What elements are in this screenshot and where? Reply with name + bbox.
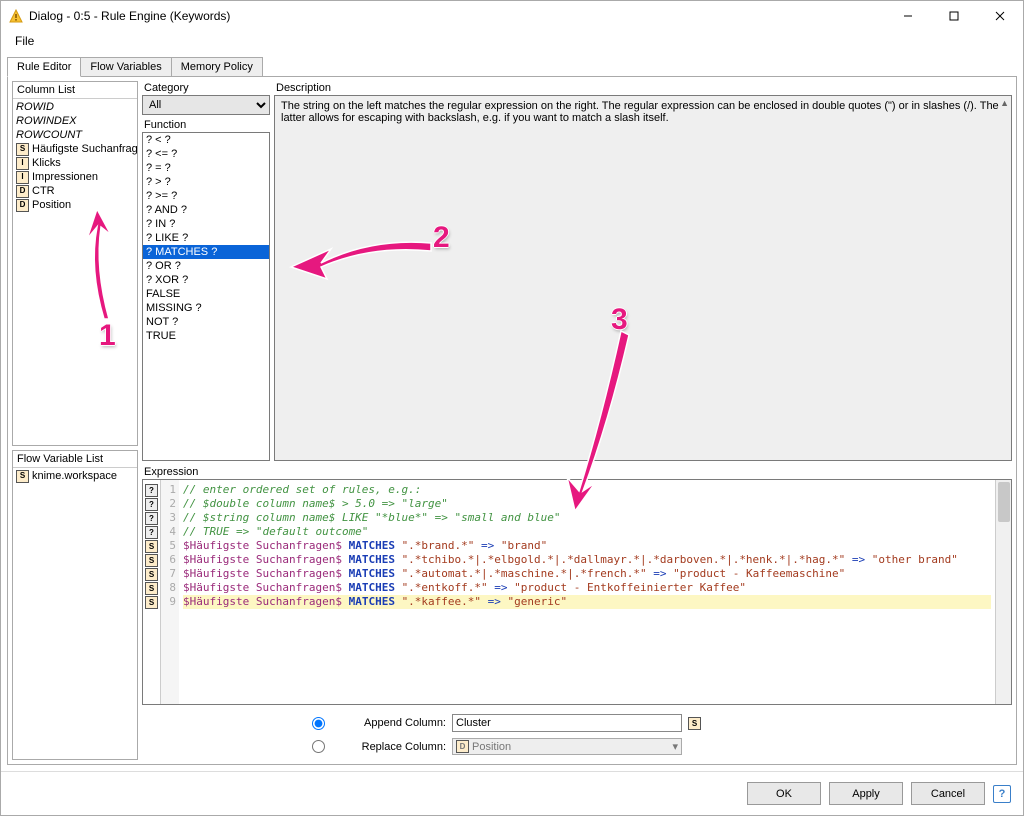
- chevron-down-icon: ▾: [672, 740, 678, 753]
- function-item[interactable]: ? LIKE ?: [143, 231, 269, 245]
- replace-type-badge: D: [456, 740, 469, 753]
- type-badge: D: [16, 199, 29, 212]
- arrow-1: [79, 209, 129, 329]
- append-column-label: Append Column:: [331, 717, 446, 729]
- flow-variable-list[interactable]: Sknime.workspace: [13, 468, 137, 759]
- type-badge: S: [16, 143, 29, 156]
- function-item[interactable]: ? = ?: [143, 161, 269, 175]
- function-item[interactable]: ? MATCHES ?: [143, 245, 269, 259]
- column-item[interactable]: ROWCOUNT: [15, 128, 135, 142]
- column-item[interactable]: ROWID: [15, 100, 135, 114]
- replace-column-select[interactable]: D Position ▾: [452, 738, 682, 755]
- function-item[interactable]: ? < ?: [143, 133, 269, 147]
- description-label: Description: [274, 81, 1012, 95]
- column-item[interactable]: ROWINDEX: [15, 114, 135, 128]
- tab-memory-policy[interactable]: Memory Policy: [171, 57, 263, 76]
- type-badge: D: [16, 185, 29, 198]
- tab-rule-editor[interactable]: Rule Editor: [7, 57, 81, 77]
- titlebar: Dialog - 0:5 - Rule Engine (Keywords): [1, 1, 1023, 31]
- tab-content: Column List ROWIDROWINDEXROWCOUNTSHäufig…: [7, 77, 1017, 765]
- append-column-input[interactable]: [452, 714, 682, 732]
- replace-column-label: Replace Column:: [331, 741, 446, 753]
- maximize-button[interactable]: [931, 1, 977, 31]
- type-badge: I: [16, 157, 29, 170]
- tab-flow-variables[interactable]: Flow Variables: [80, 57, 171, 76]
- flow-variable-panel: Flow Variable List Sknime.workspace: [12, 450, 138, 760]
- ok-button[interactable]: OK: [747, 782, 821, 805]
- function-item[interactable]: ? <= ?: [143, 147, 269, 161]
- column-item[interactable]: IKlicks: [15, 156, 135, 170]
- column-item[interactable]: SHäufigste Suchanfragen: [15, 142, 135, 156]
- function-item[interactable]: TRUE: [143, 329, 269, 343]
- append-column-radio[interactable]: [312, 717, 325, 730]
- close-button[interactable]: [977, 1, 1023, 31]
- flow-variable-header: Flow Variable List: [13, 451, 137, 468]
- column-item[interactable]: IImpressionen: [15, 170, 135, 184]
- app-icon: [9, 9, 23, 23]
- function-panel: Category All Function ? < ?? <= ?? = ?? …: [142, 81, 270, 461]
- column-list-header: Column List: [13, 82, 137, 99]
- help-icon[interactable]: ?: [993, 785, 1011, 803]
- cancel-button[interactable]: Cancel: [911, 782, 985, 805]
- scroll-up-icon[interactable]: ▲: [1000, 98, 1009, 108]
- dialog-button-bar: OK Apply Cancel ?: [1, 771, 1023, 815]
- tabstrip: Rule Editor Flow Variables Memory Policy: [7, 57, 1017, 77]
- function-list[interactable]: ? < ?? <= ?? = ?? > ?? >= ?? AND ?? IN ?…: [142, 132, 270, 461]
- function-item[interactable]: ? >= ?: [143, 189, 269, 203]
- replace-column-row: Replace Column: D Position ▾: [142, 735, 1012, 758]
- function-item[interactable]: ? > ?: [143, 175, 269, 189]
- function-item[interactable]: ? AND ?: [143, 203, 269, 217]
- dialog-window: Dialog - 0:5 - Rule Engine (Keywords) Fi…: [0, 0, 1024, 816]
- append-type-badge: S: [688, 717, 701, 730]
- function-item[interactable]: ? OR ?: [143, 259, 269, 273]
- editor-scrollbar[interactable]: [995, 480, 1011, 704]
- expression-editor[interactable]: ????SSSSS 123456789 // enter ordered set…: [142, 479, 1012, 705]
- menubar: File: [1, 31, 1023, 51]
- category-select[interactable]: All: [142, 95, 270, 115]
- category-label: Category: [142, 81, 270, 95]
- function-item[interactable]: FALSE: [143, 287, 269, 301]
- function-item[interactable]: NOT ?: [143, 315, 269, 329]
- type-badge: S: [16, 470, 29, 483]
- column-item[interactable]: DCTR: [15, 184, 135, 198]
- function-item[interactable]: ? IN ?: [143, 217, 269, 231]
- arrow-3: [561, 331, 641, 511]
- function-item[interactable]: ? XOR ?: [143, 273, 269, 287]
- apply-button[interactable]: Apply: [829, 782, 903, 805]
- minimize-button[interactable]: [885, 1, 931, 31]
- type-badge: I: [16, 171, 29, 184]
- function-item[interactable]: MISSING ?: [143, 301, 269, 315]
- replace-column-radio[interactable]: [312, 740, 325, 753]
- arrow-2: [291, 233, 441, 283]
- window-title: Dialog - 0:5 - Rule Engine (Keywords): [29, 9, 885, 23]
- menu-file[interactable]: File: [9, 32, 40, 50]
- append-column-row: Append Column: S: [142, 711, 1012, 735]
- flow-variable-item[interactable]: Sknime.workspace: [15, 469, 135, 483]
- function-label: Function: [142, 118, 270, 132]
